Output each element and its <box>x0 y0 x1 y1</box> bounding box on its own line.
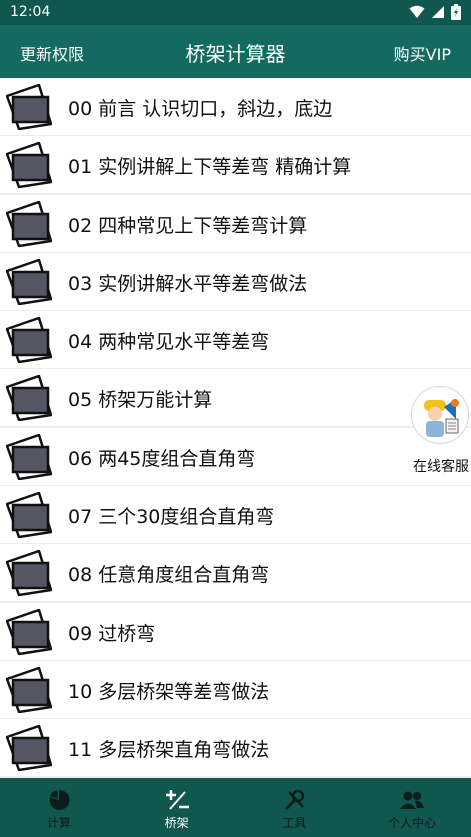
plus-minus-icon <box>165 790 189 810</box>
status-time: 12:04 <box>10 4 51 20</box>
app-bar: 更新权限 桥架计算器 购买VIP <box>0 25 471 78</box>
list-item[interactable]: 00 前言 认识切口，斜边，底边 <box>0 78 471 135</box>
bottom-nav: 计算 桥架 工具 个人中心 <box>0 778 471 837</box>
screen-thumbnail-icon <box>6 258 52 305</box>
list-item-label: 03 实例讲解水平等差弯做法 <box>68 272 308 295</box>
service-avatar <box>411 386 469 444</box>
pie-chart-icon <box>49 789 70 810</box>
screen-thumbnail-icon <box>6 433 52 480</box>
list-item[interactable]: 03 实例讲解水平等差弯做法 <box>0 252 471 310</box>
list-item-label: 07 三个30度组合直角弯 <box>68 506 275 529</box>
battery-icon <box>451 4 461 20</box>
screen-thumbnail-icon <box>6 608 52 655</box>
list-item[interactable]: 09 过桥弯 <box>0 602 471 660</box>
list-item[interactable]: 02 四种常见上下等差弯计算 <box>0 194 471 252</box>
list-item[interactable]: 08 任意角度组合直角弯 <box>0 544 471 602</box>
list-item-label: 10 多层桥架等差弯做法 <box>68 680 270 703</box>
people-icon <box>400 791 425 809</box>
list-item[interactable]: 04 两种常见水平等差弯 <box>0 311 471 369</box>
online-service-button[interactable]: 在线客服 <box>411 386 471 476</box>
list-item[interactable]: 06 两45度组合直角弯 <box>0 427 471 485</box>
signal-icon <box>432 6 444 18</box>
list-item-label: 11 多层桥架直角弯做法 <box>68 739 270 762</box>
screen-thumbnail-icon <box>6 492 52 539</box>
list-item-label: 09 过桥弯 <box>68 622 156 645</box>
list-item-label: 02 四种常见上下等差弯计算 <box>68 214 308 237</box>
screen-thumbnail-icon <box>6 200 52 247</box>
nav-tab-calculate[interactable]: 计算 <box>0 778 118 837</box>
screen-thumbnail-icon <box>6 375 52 422</box>
list-item-label: 06 两45度组合直角弯 <box>68 447 256 470</box>
list-item-label: 08 任意角度组合直角弯 <box>68 564 270 587</box>
screen-thumbnail-icon <box>6 666 52 713</box>
list-item[interactable]: 11 多层桥架直角弯做法 <box>0 719 471 777</box>
customer-service-icon <box>424 399 459 437</box>
buy-vip-button[interactable]: 购买VIP <box>394 41 451 65</box>
screen-thumbnail-icon <box>6 142 52 189</box>
wifi-icon <box>409 5 425 18</box>
nav-tab-bridge[interactable]: 桥架 <box>118 778 236 837</box>
nav-label: 桥架 <box>164 816 189 830</box>
list-item[interactable]: 05 桥架万能计算 <box>0 369 471 427</box>
status-bar: 12:04 <box>0 0 471 25</box>
nav-label: 个人中心 <box>388 816 437 830</box>
nav-label: 工具 <box>282 816 307 830</box>
list-item[interactable]: 07 三个30度组合直角弯 <box>0 486 471 544</box>
nav-label: 计算 <box>46 816 71 830</box>
nav-tab-profile[interactable]: 个人中心 <box>353 778 471 837</box>
screen-thumbnail-icon <box>6 550 52 597</box>
list-item-label: 00 前言 认识切口，斜边，底边 <box>68 98 333 120</box>
tools-icon <box>285 789 305 811</box>
service-label: 在线客服 <box>413 459 469 475</box>
screen-thumbnail-icon <box>6 84 52 130</box>
list-item-label: 04 两种常见水平等差弯 <box>68 331 270 354</box>
nav-tab-tools[interactable]: 工具 <box>236 778 354 837</box>
lesson-list: 00 前言 认识切口，斜边，底边 01 实例讲解上下等差弯 精确计算 02 四种… <box>0 78 471 778</box>
list-item-label: 05 桥架万能计算 <box>68 389 213 412</box>
list-item[interactable]: 10 多层桥架等差弯做法 <box>0 660 471 718</box>
list-item[interactable]: 01 实例讲解上下等差弯 精确计算 <box>0 136 471 194</box>
screen-thumbnail-icon <box>6 725 52 772</box>
screen-thumbnail-icon <box>6 317 52 364</box>
status-icons <box>409 4 461 20</box>
list-item-label: 01 实例讲解上下等差弯 精确计算 <box>68 156 352 179</box>
